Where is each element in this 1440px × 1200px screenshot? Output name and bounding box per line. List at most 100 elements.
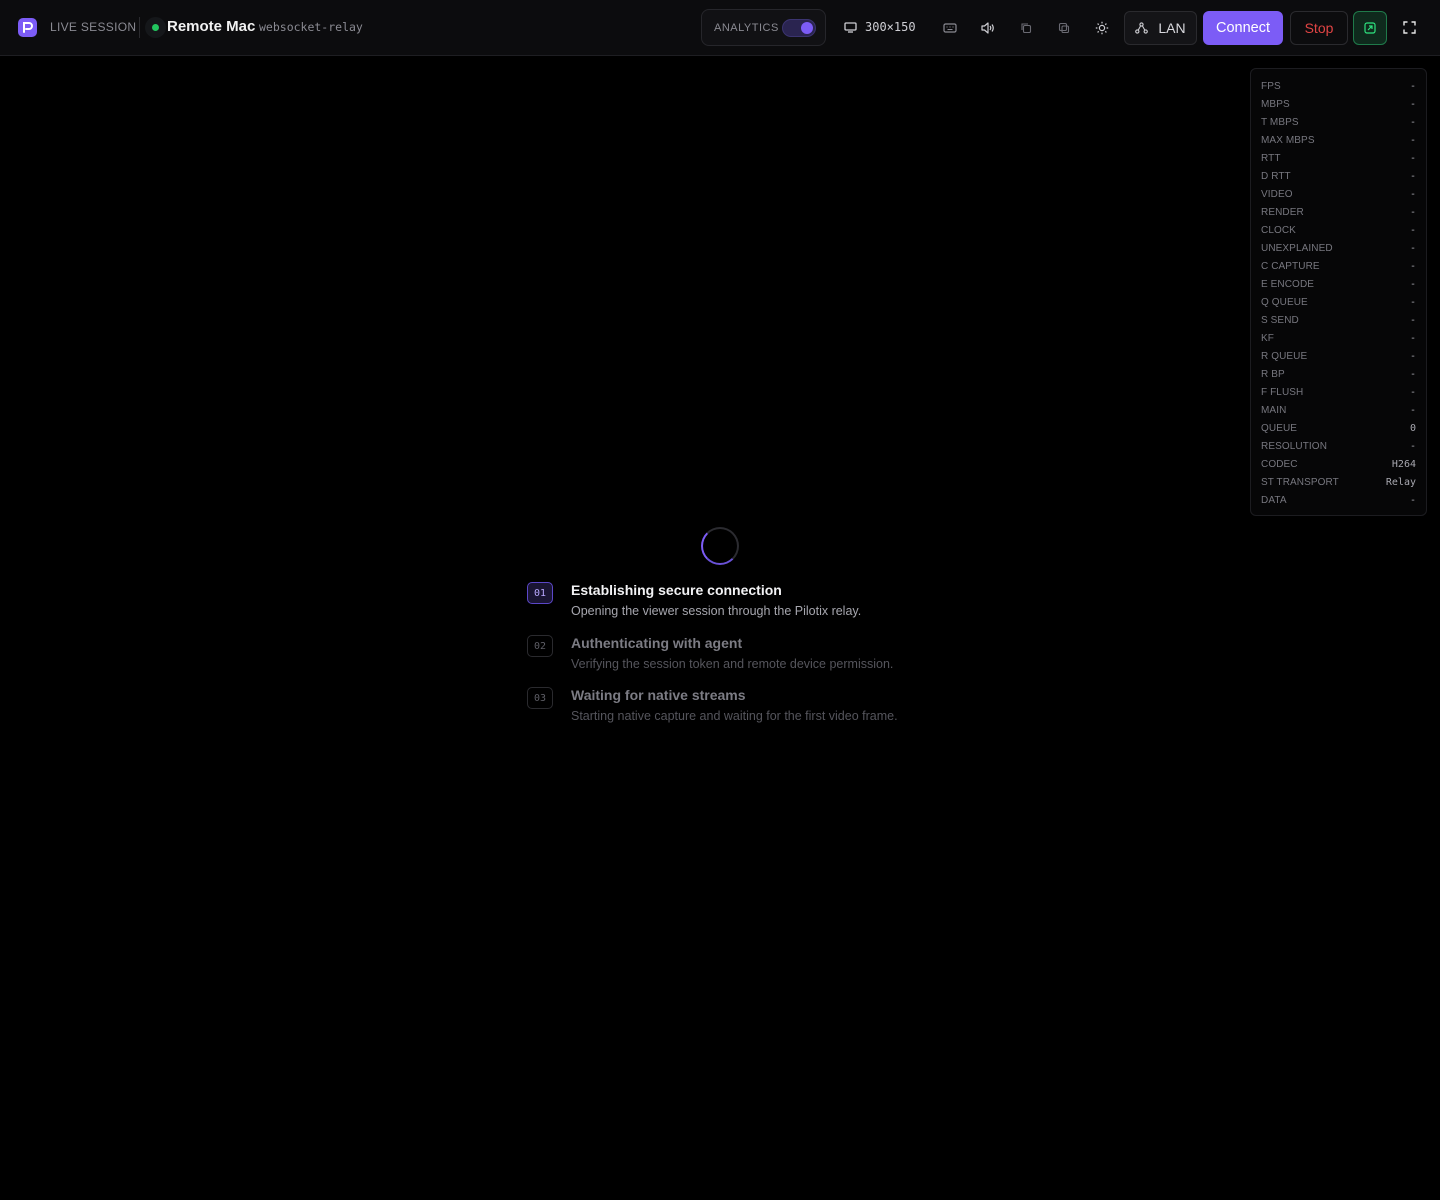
stat-label: RESOLUTION [1261,440,1328,452]
stat-label: CLOCK [1261,224,1296,236]
toggle-knob [801,22,813,34]
stat-value: - [1409,350,1416,362]
stat-label: S SEND [1261,314,1299,326]
stat-label: QUEUE [1261,422,1298,434]
analytics-toggle[interactable] [782,19,816,37]
stat-row: CODEC H264 [1261,455,1416,473]
step-title: Waiting for native streams [571,687,746,703]
keyboard-icon [943,23,957,33]
stat-label: UNEXPLAINED [1261,242,1333,254]
step-number: 02 [527,635,553,657]
live-session-label: LIVE SESSION [50,20,137,34]
audio-button[interactable] [975,15,1001,41]
stat-label: FPS [1261,80,1281,92]
stat-row: E ENCODE - [1261,275,1416,293]
stat-value: - [1409,404,1416,416]
transport-tag: websocket-relay [259,20,363,34]
keyboard-button[interactable] [937,15,963,41]
stat-row: MAX MBPS - [1261,131,1416,149]
sun-icon [1095,21,1109,35]
copy-button[interactable] [1013,15,1039,41]
stat-row: S SEND - [1261,311,1416,329]
stat-label: R QUEUE [1261,350,1308,362]
stat-label: MAX MBPS [1261,134,1315,146]
stat-value: - [1409,386,1416,398]
stat-label: RENDER [1261,206,1304,218]
connect-button[interactable]: Connect [1203,11,1283,45]
stat-label: C CAPTURE [1261,260,1320,272]
stat-label: R BP [1261,368,1285,380]
stat-value: - [1409,260,1416,272]
stat-value: - [1409,494,1416,506]
monitor-icon [844,21,857,33]
status-indicator [145,17,166,38]
divider [139,17,140,38]
stat-value: - [1409,332,1416,344]
stat-row: Q QUEUE - [1261,293,1416,311]
stat-value: - [1409,152,1416,164]
lan-button[interactable]: LAN [1124,11,1197,45]
paste-button[interactable] [1051,15,1077,41]
stat-row: MAIN - [1261,401,1416,419]
stat-value: - [1409,278,1416,290]
speaker-icon [981,22,994,34]
stat-value: - [1409,98,1416,110]
stat-label: E ENCODE [1261,278,1315,290]
stat-label: DATA [1261,494,1287,506]
stop-button[interactable]: Stop [1290,11,1348,45]
network-icon [1135,22,1149,34]
stat-value: - [1409,116,1416,128]
pip-button[interactable] [1353,11,1387,45]
stat-value: - [1409,170,1416,182]
fullscreen-icon [1402,20,1416,34]
stat-label: MBPS [1261,98,1290,110]
copy-icon [1021,23,1032,34]
stat-value: - [1409,296,1416,308]
stat-value: - [1409,314,1416,326]
stat-row: C CAPTURE - [1261,257,1416,275]
online-dot-icon [152,24,159,31]
stat-value: - [1409,224,1416,236]
stat-label: MAIN [1261,404,1287,416]
lan-label: LAN [1158,20,1186,36]
step-title: Establishing secure connection [571,582,782,598]
step-description: Starting native capture and waiting for … [571,709,898,723]
stat-row: T MBPS - [1261,113,1416,131]
stat-row: ST TRANSPORT Relay [1261,473,1416,491]
paste-icon [1058,22,1070,34]
stat-value: - [1409,440,1416,452]
stat-value: - [1409,206,1416,218]
stat-value: - [1409,134,1416,146]
stat-row: R QUEUE - [1261,347,1416,365]
stat-row: CLOCK - [1261,221,1416,239]
stat-label: F FLUSH [1261,386,1304,398]
stat-row: QUEUE 0 [1261,419,1416,437]
fullscreen-button[interactable] [1397,15,1421,39]
stat-row: F FLUSH - [1261,383,1416,401]
top-toolbar: LIVE SESSION Remote Mac websocket-relay … [0,0,1440,56]
stat-row: RESOLUTION - [1261,437,1416,455]
analytics-control: ANALYTICS [701,9,826,46]
stat-label: CODEC [1261,458,1298,470]
stream-stats-panel: FPS - MBPS - T MBPS - MAX MBPS - RTT - D RTT - VIDEO… [1250,68,1427,516]
loading-spinner [701,527,739,565]
device-name: Remote Mac [167,18,256,35]
step-description: Verifying the session token and remote d… [571,657,894,671]
stat-row: DATA - [1261,491,1416,509]
resolution-button[interactable]: 300×150 [844,18,916,36]
stat-value: - [1409,242,1416,254]
step-title: Authenticating with agent [571,635,743,651]
step-description: Opening the viewer session through the P… [571,604,862,618]
stat-value: 0 [1409,422,1416,434]
stat-label: T MBPS [1261,116,1299,128]
stat-label: KF [1261,332,1274,344]
picture-in-picture-icon [1364,22,1376,34]
step-number: 03 [527,687,553,709]
stat-value: - [1409,188,1416,200]
analytics-label: ANALYTICS [714,22,779,34]
stat-row: RENDER - [1261,203,1416,221]
stat-row: R BP - [1261,365,1416,383]
theme-button[interactable] [1089,15,1115,41]
stat-label: ST TRANSPORT [1261,476,1339,488]
stat-row: FPS - [1261,77,1416,95]
